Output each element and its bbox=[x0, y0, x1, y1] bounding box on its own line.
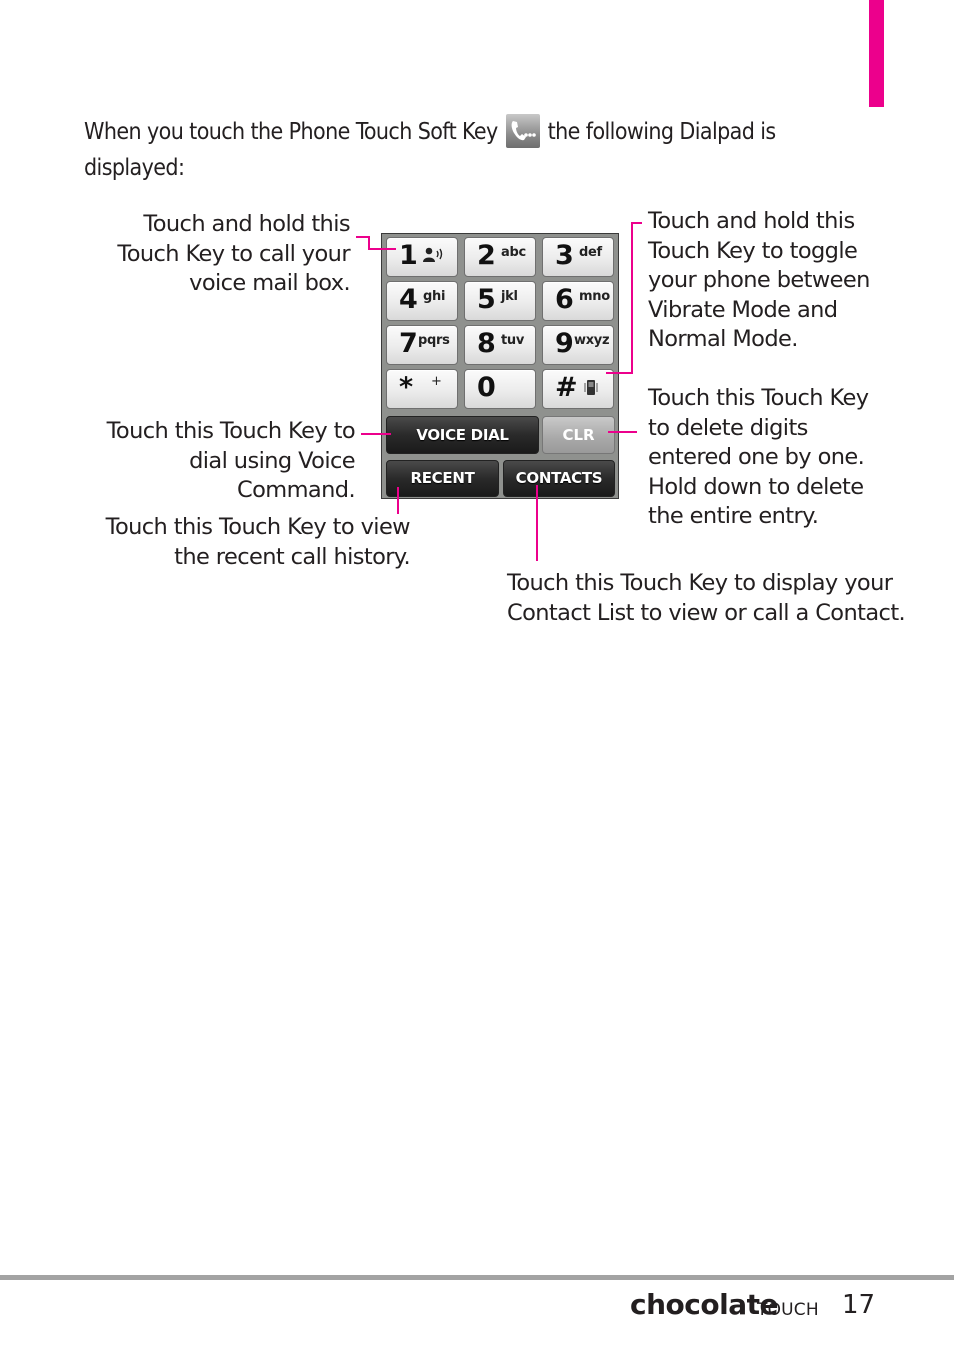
callout-connector bbox=[361, 433, 391, 435]
callout-line: Touch this Touch Key bbox=[648, 385, 869, 411]
intro-text-before: When you touch the Phone Touch Soft Key bbox=[84, 119, 498, 145]
callout-voicemail: Touch and hold this Touch Key to call yo… bbox=[100, 210, 350, 299]
callout-connector bbox=[397, 487, 399, 514]
callout-voice-dial: Touch this Touch Key to dial using Voice… bbox=[90, 417, 356, 506]
voice-dial-button[interactable]: VOICE DIAL bbox=[386, 416, 539, 454]
callout-clear: Touch this Touch Key to delete digits en… bbox=[648, 384, 908, 532]
key-digit: 2 bbox=[477, 240, 496, 271]
key-digit: 6 bbox=[555, 284, 574, 315]
dialpad: 1 2 abc 3 def 4 ghi 5 jkl 6 mno 7 pqrs 8 tuv 9 wxyz * +0 # … bbox=[381, 233, 619, 499]
callout-line: your phone between bbox=[648, 267, 870, 293]
key-digit: # bbox=[555, 372, 578, 403]
key-digit: 8 bbox=[477, 328, 496, 359]
key-6[interactable]: 6 mno bbox=[542, 281, 614, 321]
vibrate-icon bbox=[583, 378, 599, 402]
voicemail-icon bbox=[423, 247, 445, 267]
key-1[interactable]: 1 bbox=[386, 237, 458, 277]
callout-line: Touch Key to toggle bbox=[648, 237, 858, 264]
callout-connector bbox=[536, 485, 538, 561]
callout-line: Touch this Touch Key to view bbox=[105, 514, 411, 540]
key-letters: abc bbox=[501, 245, 526, 260]
key-2[interactable]: 2 abc bbox=[464, 237, 536, 277]
key-digit: 0 bbox=[477, 372, 496, 403]
page-number: 17 bbox=[842, 1290, 876, 1320]
footer-rule bbox=[0, 1275, 954, 1280]
callout-contacts: Touch this Touch Key to display your Con… bbox=[507, 569, 927, 628]
key-letters: + bbox=[431, 374, 442, 389]
callout-line: Contact List to view or call a Contact. bbox=[507, 599, 906, 626]
key-letters: tuv bbox=[501, 333, 525, 348]
key-letters: ghi bbox=[423, 289, 446, 304]
callout-line: Touch this Touch Key to bbox=[106, 418, 356, 444]
callout-line: Command. bbox=[237, 477, 356, 503]
callout-recent: Touch this Touch Key to view the recent … bbox=[90, 513, 411, 572]
key-digit: 9 bbox=[555, 328, 574, 359]
brand-logo: chocolate bbox=[630, 1288, 778, 1321]
key-star[interactable]: * + bbox=[386, 369, 458, 409]
key-9[interactable]: 9 wxyz bbox=[542, 325, 614, 365]
key-digit: * bbox=[399, 372, 414, 403]
key-digit: 3 bbox=[555, 240, 574, 271]
brand-logo-suffix: TOUCH bbox=[757, 1300, 819, 1320]
key-digit: 7 bbox=[399, 328, 418, 359]
key-digit: 1 bbox=[399, 240, 418, 271]
callout-line: Touch this Touch Key to display your bbox=[507, 570, 893, 596]
key-8[interactable]: 8 tuv bbox=[464, 325, 536, 365]
callout-line: dial using Voice bbox=[189, 447, 356, 474]
callout-line: Touch and hold this bbox=[143, 211, 350, 237]
key-0[interactable]: 0 bbox=[464, 369, 536, 409]
callout-line: the recent call history. bbox=[174, 543, 410, 570]
callout-line: voice mail box. bbox=[189, 270, 350, 296]
callout-connector bbox=[606, 372, 633, 374]
callout-vibrate: Touch and hold this Touch Key to toggle … bbox=[648, 207, 908, 355]
clear-button[interactable]: CLR bbox=[542, 416, 615, 454]
key-letters: pqrs bbox=[418, 333, 450, 348]
key-letters: mno bbox=[579, 289, 610, 304]
key-letters: jkl bbox=[501, 289, 518, 304]
callout-line: Hold down to delete bbox=[648, 473, 864, 500]
callout-connector bbox=[608, 431, 637, 433]
callout-connector bbox=[632, 222, 642, 224]
key-3[interactable]: 3 def bbox=[542, 237, 614, 277]
recent-button[interactable]: RECENT bbox=[386, 460, 499, 497]
key-5[interactable]: 5 jkl bbox=[464, 281, 536, 321]
key-pound[interactable]: # bbox=[542, 369, 614, 409]
key-4[interactable]: 4 ghi bbox=[386, 281, 458, 321]
key-digit: 5 bbox=[477, 284, 496, 315]
callout-line: to delete digits bbox=[648, 414, 808, 441]
callout-line: Normal Mode. bbox=[648, 326, 798, 352]
callout-line: entered one by one. bbox=[648, 444, 865, 470]
callout-connector bbox=[368, 248, 396, 250]
callout-line: the entire entry. bbox=[648, 503, 819, 529]
key-letters: wxyz bbox=[574, 333, 610, 348]
callout-line: Touch and hold this bbox=[648, 208, 855, 234]
phone-soft-key-icon bbox=[505, 114, 540, 148]
intro-paragraph: When you touch the Phone Touch Soft Key t… bbox=[84, 114, 864, 186]
callout-line: Touch Key to call your bbox=[117, 240, 350, 267]
chapter-tab-marker bbox=[869, 0, 884, 107]
key-digit: 4 bbox=[399, 284, 418, 315]
callout-connector bbox=[631, 222, 633, 374]
contacts-button[interactable]: CONTACTS bbox=[503, 460, 615, 497]
key-7[interactable]: 7 pqrs bbox=[386, 325, 458, 365]
callout-line: Vibrate Mode and bbox=[648, 296, 838, 323]
key-letters: def bbox=[579, 245, 602, 260]
